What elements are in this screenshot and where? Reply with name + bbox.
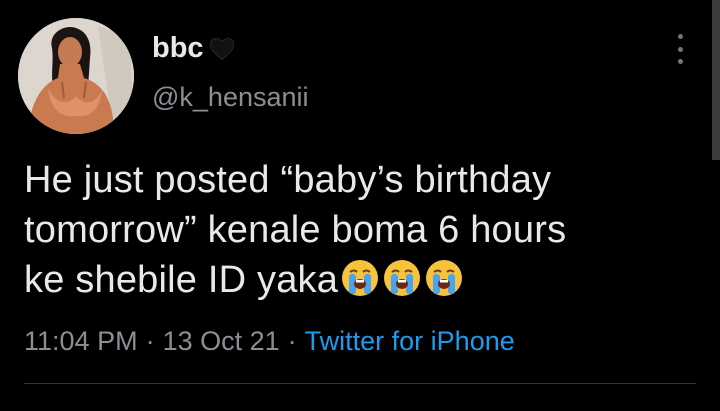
tweet-line-3: ke shebile ID yaka (24, 255, 694, 305)
tweet-meta: 11:04 PM · 13 Oct 21 · Twitter for iPhone (24, 326, 515, 357)
tweet-line-1: He just posted “baby’s birthday (24, 159, 552, 201)
scrollbar[interactable] (712, 0, 720, 160)
tweet-line-3-text: ke shebile ID yaka (24, 259, 339, 301)
display-name[interactable]: bbc (152, 32, 236, 65)
meta-separator: · (145, 326, 155, 356)
tweet-time[interactable]: 11:04 PM (24, 326, 138, 356)
more-options-icon[interactable] (670, 34, 690, 64)
tweet-date[interactable]: 13 Oct 21 (163, 326, 280, 356)
tweet-source-link[interactable]: Twitter for iPhone (305, 326, 515, 356)
profile-photo (18, 18, 134, 134)
user-handle[interactable]: @k_hensanii (152, 82, 309, 113)
black-heart-icon (209, 37, 234, 60)
loudly-crying-face-icon (342, 260, 379, 296)
divider (24, 383, 696, 384)
avatar[interactable] (18, 18, 134, 134)
meta-separator: · (287, 326, 297, 356)
display-name-text: bbc (152, 32, 204, 64)
tweet-text: He just posted “baby’s birthday tomorrow… (24, 155, 694, 305)
emoji-row (338, 259, 464, 301)
loudly-crying-face-icon (384, 260, 421, 296)
tweet-line-2: tomorrow” kenale boma 6 hours (24, 209, 567, 251)
loudly-crying-face-icon (426, 260, 463, 296)
